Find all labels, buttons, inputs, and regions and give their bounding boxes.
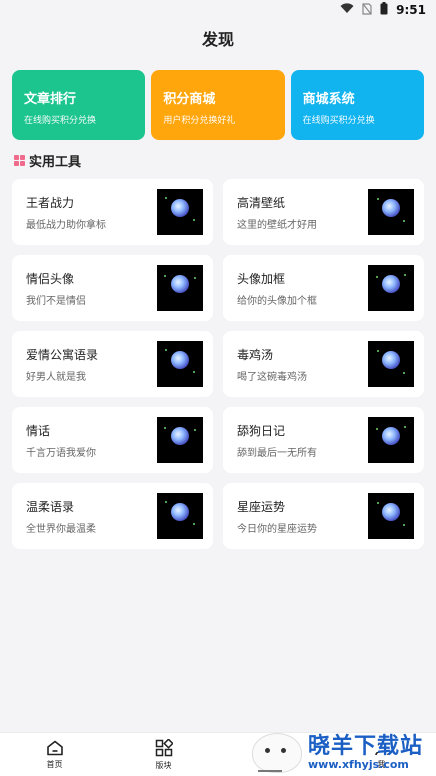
sheep-logo-icon bbox=[252, 733, 302, 773]
tool-name: 情话 bbox=[26, 423, 51, 438]
promo-subtitle: 在线购买积分兑换 bbox=[302, 116, 375, 126]
watermark-url: www.xfhyjs.com bbox=[308, 758, 409, 771]
promo-subtitle: 在线购买积分兑换 bbox=[24, 116, 97, 126]
tool-thumbnail bbox=[157, 417, 203, 463]
page-header: 发现 bbox=[0, 20, 436, 56]
promo-points-mall[interactable]: 积分商城 用户积分兑换好礼 bbox=[151, 70, 285, 140]
watermark-text: 晓羊下载站 bbox=[308, 734, 424, 759]
tool-thumbnail bbox=[368, 189, 414, 235]
wifi-icon bbox=[340, 3, 354, 17]
tool-card-poison-soup[interactable]: 毒鸡汤喝了这碗毒鸡汤 bbox=[223, 331, 424, 397]
tool-name: 爱情公寓语录 bbox=[26, 347, 99, 362]
grid-icon bbox=[155, 738, 173, 757]
page-title: 发现 bbox=[201, 30, 234, 49]
battery-icon bbox=[380, 2, 388, 18]
tool-card-ipartment-quotes[interactable]: 爱情公寓语录 好男人就是我 bbox=[12, 331, 213, 397]
tool-name: 温柔语录 bbox=[26, 499, 75, 514]
no-sim-icon bbox=[362, 2, 372, 18]
tool-card-simp-diary[interactable]: 舔狗日记舔到最后一无所有 bbox=[223, 407, 424, 473]
tool-card-hd-wallpaper[interactable]: 高清壁纸这里的壁纸才好用 bbox=[223, 179, 424, 245]
tool-desc: 好男人就是我 bbox=[26, 371, 86, 383]
tool-name: 高清壁纸 bbox=[237, 195, 286, 210]
tool-desc: 全世界你最温柔 bbox=[26, 523, 96, 535]
tool-card-love-words[interactable]: 情话 千言万语我爱你 bbox=[12, 407, 213, 473]
tool-name: 王者战力 bbox=[26, 195, 75, 210]
tool-thumbnail bbox=[157, 341, 203, 387]
nav-home[interactable]: 首页 bbox=[0, 733, 109, 776]
tool-desc: 今日你的星座运势 bbox=[237, 523, 317, 535]
promo-subtitle: 用户积分兑换好礼 bbox=[163, 116, 236, 126]
tool-card-couple-avatar[interactable]: 情侣头像我们不是情侣 bbox=[12, 255, 213, 321]
tool-thumbnail bbox=[368, 417, 414, 463]
tool-thumbnail bbox=[157, 189, 203, 235]
tool-thumbnail bbox=[157, 493, 203, 539]
tool-name: 情侣头像 bbox=[26, 271, 75, 286]
tool-thumbnail bbox=[368, 265, 414, 311]
tool-card-avatar-frame[interactable]: 头像加框给你的头像加个框 bbox=[223, 255, 424, 321]
tool-desc: 给你的头像加个框 bbox=[237, 295, 317, 307]
home-icon bbox=[46, 740, 64, 756]
tool-card-king-power[interactable]: 王者战力最低战力助你拿标 bbox=[12, 179, 213, 245]
tool-name: 星座运势 bbox=[237, 499, 286, 514]
tool-desc: 千言万语我爱你 bbox=[26, 447, 96, 459]
promo-article-ranking[interactable]: 文章排行 在线购买积分兑换 bbox=[12, 70, 146, 140]
nav-home-label: 首页 bbox=[46, 759, 63, 769]
tool-desc: 最低战力助你拿标 bbox=[26, 219, 106, 231]
nav-sections-label: 版块 bbox=[155, 760, 172, 770]
promo-title: 文章排行 bbox=[24, 92, 77, 107]
nav-sections[interactable]: 版块 bbox=[109, 733, 218, 776]
promo-title: 积分商城 bbox=[163, 92, 216, 107]
tool-card-horoscope[interactable]: 星座运势今日你的星座运势 bbox=[223, 483, 424, 549]
tools-grid: 王者战力最低战力助你拿标 高清壁纸这里的壁纸才好用 情侣头像我们不是情侣 头像加… bbox=[12, 179, 426, 549]
tool-name: 头像加框 bbox=[237, 271, 286, 286]
status-bar: 9:51 bbox=[0, 0, 436, 20]
tool-thumbnail bbox=[368, 493, 414, 539]
promo-row: 文章排行 在线购买积分兑换 积分商城 用户积分兑换好礼 商城系统 在线购买积分兑… bbox=[12, 70, 424, 140]
tool-desc: 我们不是情侣 bbox=[26, 295, 86, 307]
tool-desc: 这里的壁纸才好用 bbox=[237, 219, 317, 231]
home-indicator bbox=[258, 770, 282, 772]
section-header: 实用工具 bbox=[14, 151, 82, 170]
tool-card-gentle-quotes[interactable]: 温柔语录全世界你最温柔 bbox=[12, 483, 213, 549]
tool-name: 舔狗日记 bbox=[237, 423, 286, 438]
tools-grid-icon bbox=[14, 154, 25, 166]
status-time: 9:51 bbox=[396, 3, 426, 17]
tool-thumbnail bbox=[368, 341, 414, 387]
tool-desc: 喝了这碗毒鸡汤 bbox=[237, 371, 307, 383]
tool-desc: 舔到最后一无所有 bbox=[237, 447, 317, 459]
tool-thumbnail bbox=[157, 265, 203, 311]
promo-title: 商城系统 bbox=[302, 92, 355, 107]
promo-mall-system[interactable]: 商城系统 在线购买积分兑换 bbox=[290, 70, 424, 140]
tool-name: 毒鸡汤 bbox=[237, 347, 274, 362]
section-title: 实用工具 bbox=[29, 154, 82, 170]
